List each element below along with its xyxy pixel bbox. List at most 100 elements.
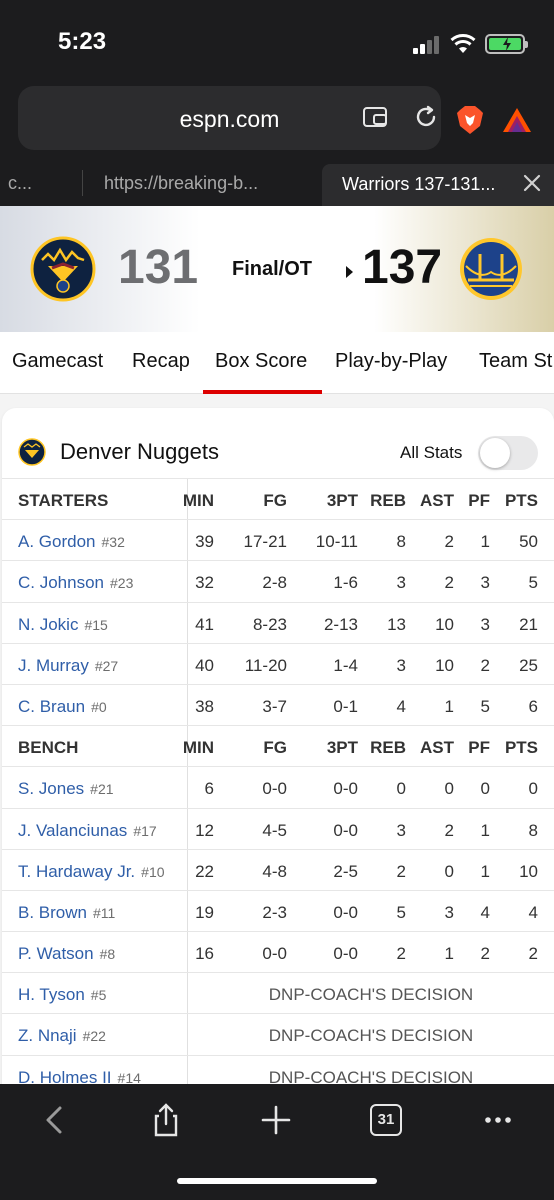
player-number: #14 (117, 1069, 141, 1084)
stat-fg: 17-21 (243, 532, 287, 552)
stat-pts: 5 (528, 573, 538, 593)
player-name-cell: C. Johnson #23 (18, 573, 133, 593)
column-header-min[interactable]: MIN (183, 738, 214, 758)
brave-icon[interactable] (456, 104, 484, 136)
player-row: B. Brown #11 19 2-3 0-0 5 3 4 4 (2, 889, 554, 932)
stat-pts: 10 (519, 861, 538, 881)
back-icon[interactable] (38, 1102, 74, 1138)
column-header-3pt[interactable]: 3PT (327, 738, 358, 758)
tabs-icon[interactable]: 31 (370, 1104, 402, 1136)
more-icon[interactable] (480, 1102, 516, 1138)
nuggets-logo-icon[interactable] (30, 236, 96, 302)
bat-icon[interactable] (502, 106, 532, 134)
column-header-3pt[interactable]: 3PT (327, 491, 358, 511)
tab-active[interactable]: Warriors 137-131... (322, 164, 554, 206)
tab-box-score[interactable]: Box Score (215, 350, 307, 373)
column-divider (187, 849, 188, 890)
stat-reb: 5 (396, 902, 406, 922)
tab-count[interactable]: 31 (372, 1106, 400, 1134)
player-row: A. Gordon #32 39 17-21 10-11 8 2 1 50 (2, 519, 554, 561)
stat-pts: 4 (528, 902, 538, 922)
all-stats-toggle[interactable] (478, 436, 538, 470)
player-name-cell: T. Hardaway Jr. #10 (18, 862, 165, 882)
stat-fg: 4-5 (262, 820, 287, 840)
tab-strip: c... https://breaking-b... Warriors 137-… (0, 160, 554, 206)
player-link[interactable]: D. Holmes II (18, 1068, 112, 1084)
column-header-pts[interactable]: PTS (505, 491, 538, 511)
player-link[interactable]: Z. Nnaji (18, 1026, 77, 1045)
player-link[interactable]: A. Gordon (18, 532, 96, 551)
wallet-icon[interactable] (363, 107, 387, 127)
stat-fg: 0-0 (262, 779, 287, 799)
stat-pts: 6 (528, 696, 538, 716)
player-name-cell: S. Jones #21 (18, 779, 114, 799)
column-header-reb[interactable]: REB (370, 738, 406, 758)
player-link[interactable]: T. Hardaway Jr. (18, 862, 135, 881)
tab-breaking[interactable]: https://breaking-b... (104, 160, 304, 206)
stat-reb: 4 (396, 696, 406, 716)
stat-ast: 10 (435, 655, 454, 675)
player-name-cell: D. Holmes II #14 (18, 1068, 141, 1084)
tab-recap[interactable]: Recap (132, 350, 190, 373)
tab-active-label[interactable]: Warriors 137-131... (342, 174, 495, 195)
column-header-fg[interactable]: FG (263, 738, 287, 758)
column-header-fg[interactable]: FG (263, 491, 287, 511)
player-number: #21 (90, 781, 114, 798)
close-icon[interactable] (522, 173, 542, 193)
new-tab-icon[interactable] (258, 1102, 294, 1138)
stat-pf: 1 (480, 861, 490, 881)
toggle-knob[interactable] (480, 438, 510, 468)
column-divider (187, 643, 188, 684)
stat-min: 38 (195, 696, 214, 716)
column-divider (187, 684, 188, 726)
player-row: D. Holmes II #14 DNP-COACH'S DECISION (2, 1054, 554, 1084)
bench-label: BENCH (18, 738, 79, 758)
column-divider (187, 561, 188, 602)
player-link[interactable]: C. Braun (18, 697, 85, 716)
player-row: P. Watson #8 16 0-0 0-0 2 1 2 2 (2, 931, 554, 973)
column-header-pts[interactable]: PTS (505, 738, 538, 758)
tab-gamecast[interactable]: Gamecast (12, 350, 103, 373)
warriors-logo-icon[interactable] (458, 236, 524, 302)
column-header-reb[interactable]: REB (370, 491, 406, 511)
player-row: J. Murray #27 40 11-20 1-4 3 10 2 25 (2, 642, 554, 684)
player-row: C. Braun #0 38 3-7 0-1 4 1 5 6 (2, 683, 554, 726)
player-link[interactable]: S. Jones (18, 779, 84, 798)
player-link[interactable]: J. Murray (18, 656, 89, 675)
signal-icon (413, 36, 441, 54)
stat-3pt: 1-4 (333, 655, 358, 675)
player-link[interactable]: N. Jokic (18, 615, 78, 634)
player-name-cell: B. Brown #11 (18, 903, 115, 923)
player-link[interactable]: P. Watson (18, 944, 94, 963)
home-indicator (177, 1178, 377, 1184)
column-header-ast[interactable]: AST (420, 491, 454, 511)
column-header-min[interactable]: MIN (183, 491, 214, 511)
tab-partial[interactable]: c... (8, 160, 68, 206)
share-icon[interactable] (148, 1102, 184, 1138)
stat-pf: 3 (480, 573, 490, 593)
tab-play-by-play[interactable]: Play-by-Play (335, 350, 447, 373)
column-header-pf[interactable]: PF (468, 738, 490, 758)
boxscore-table: STARTERS MIN FG 3PT REB AST PF PTS A. Gordon #32 3… (2, 478, 554, 1084)
column-header-pf[interactable]: PF (468, 491, 490, 511)
column-header-ast[interactable]: AST (420, 738, 454, 758)
column-divider (187, 602, 188, 643)
tab-team-stats[interactable]: Team St (479, 350, 552, 373)
stat-min: 40 (195, 655, 214, 675)
web-content: 131 Final/OT 137 Gamecast Recap Box Scor… (0, 206, 554, 1084)
player-link[interactable]: H. Tyson (18, 985, 85, 1004)
all-stats-label: All Stats (400, 443, 463, 462)
stat-min: 16 (195, 944, 214, 964)
stat-min: 41 (195, 614, 214, 634)
team-name: Denver Nuggets (60, 439, 219, 464)
reload-icon[interactable] (414, 105, 438, 129)
stat-reb: 2 (396, 944, 406, 964)
player-link[interactable]: B. Brown (18, 903, 87, 922)
player-number: #11 (92, 904, 116, 921)
player-link[interactable]: J. Valanciunas (18, 821, 127, 840)
player-number: #5 (90, 987, 107, 1004)
player-link[interactable]: C. Johnson (18, 573, 104, 592)
stat-ast: 2 (444, 573, 454, 593)
stat-ast: 1 (444, 696, 454, 716)
address-bar[interactable]: espn.com (18, 86, 441, 150)
